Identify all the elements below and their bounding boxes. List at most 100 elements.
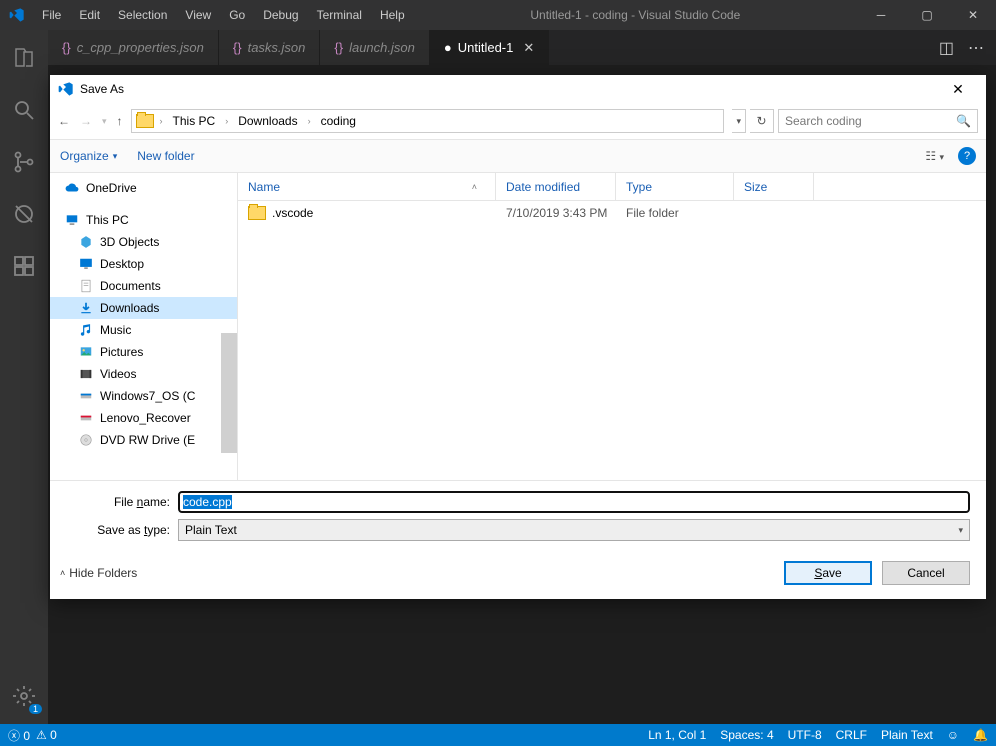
- tree-scrollbar[interactable]: [221, 333, 237, 453]
- dialog-title: Save As: [80, 82, 938, 96]
- tree-node[interactable]: DVD RW Drive (E: [50, 429, 237, 451]
- save-form: File name: Save as type: Plain Text▾: [50, 481, 986, 555]
- search-box[interactable]: Search coding 🔍: [778, 109, 978, 133]
- tree-node[interactable]: Downloads: [50, 297, 237, 319]
- maximize-button[interactable]: ▢: [904, 0, 950, 30]
- menu-item-terminal[interactable]: Terminal: [309, 8, 370, 22]
- help-button[interactable]: ?: [958, 147, 976, 165]
- save-button[interactable]: Save: [784, 561, 872, 585]
- search-placeholder: Search coding: [785, 114, 862, 128]
- file-name-input[interactable]: [178, 491, 970, 513]
- music-icon: [78, 323, 94, 337]
- eol-status[interactable]: CRLF: [836, 728, 867, 742]
- indent-status[interactable]: Spaces: 4: [720, 728, 773, 742]
- search-icon[interactable]: [0, 90, 48, 130]
- tab-close-icon[interactable]: ✕: [523, 40, 534, 56]
- more-actions-icon[interactable]: ⋯: [968, 38, 984, 58]
- view-options-button[interactable]: ☷ ▾: [925, 149, 944, 163]
- column-size[interactable]: Size: [734, 173, 814, 200]
- save-type-select[interactable]: Plain Text▾: [178, 519, 970, 541]
- feedback-icon[interactable]: ☺: [947, 728, 959, 742]
- settings-gear-icon[interactable]: 1: [0, 676, 48, 716]
- split-editor-icon[interactable]: ◫: [939, 38, 954, 58]
- debug-icon[interactable]: [0, 194, 48, 234]
- dialog-close-button[interactable]: ✕: [938, 81, 978, 98]
- menu-item-debug[interactable]: Debug: [255, 8, 306, 22]
- organize-button[interactable]: Organize ▾: [60, 149, 117, 163]
- dvd-icon: [78, 433, 94, 447]
- tree-node[interactable]: OneDrive: [50, 177, 237, 199]
- cursor-position[interactable]: Ln 1, Col 1: [648, 728, 706, 742]
- new-folder-button[interactable]: New folder: [137, 149, 194, 163]
- nav-forward-button[interactable]: →: [80, 114, 92, 128]
- editor-tab[interactable]: {}tasks.json: [219, 30, 321, 65]
- column-name[interactable]: Name˄: [238, 173, 496, 200]
- menu-item-selection[interactable]: Selection: [110, 8, 175, 22]
- tree-node[interactable]: Windows7_OS (C: [50, 385, 237, 407]
- search-icon: 🔍: [956, 114, 971, 128]
- warnings-status[interactable]: ⚠ 0: [36, 728, 57, 742]
- column-date[interactable]: Date modified: [496, 173, 616, 200]
- disk-icon: [78, 389, 94, 403]
- doc-icon: [78, 279, 94, 293]
- editor-tab[interactable]: {}c_cpp_properties.json: [48, 30, 219, 65]
- activity-bar: 1: [0, 30, 48, 724]
- 3d-icon: [78, 235, 94, 249]
- refresh-button[interactable]: ↻: [750, 109, 774, 133]
- editor-tabs: {}c_cpp_properties.json{}tasks.json{}lau…: [48, 30, 996, 65]
- breadcrumb-bar[interactable]: › This PC › Downloads › coding: [131, 109, 725, 133]
- folder-icon: [248, 206, 266, 220]
- pic-icon: [78, 345, 94, 359]
- notifications-icon[interactable]: 🔔: [973, 728, 988, 742]
- vid-icon: [78, 367, 94, 381]
- breadcrumb-item[interactable]: Downloads: [234, 114, 301, 128]
- minimize-button[interactable]: ─: [858, 0, 904, 30]
- folder-tree[interactable]: OneDrive This PC3D ObjectsDesktopDocument…: [50, 173, 238, 480]
- file-list[interactable]: Name˄ Date modified Type Size .vscode7/1…: [238, 173, 986, 480]
- encoding-status[interactable]: UTF-8: [788, 728, 822, 742]
- tree-node[interactable]: Pictures: [50, 341, 237, 363]
- menu-item-go[interactable]: Go: [221, 8, 253, 22]
- close-window-button[interactable]: ✕: [950, 0, 996, 30]
- dialog-titlebar: Save As ✕: [50, 75, 986, 103]
- tree-node[interactable]: Music: [50, 319, 237, 341]
- breadcrumb-item[interactable]: coding: [317, 114, 360, 128]
- tree-node[interactable]: This PC: [50, 209, 237, 231]
- settings-badge: 1: [29, 704, 42, 714]
- tree-node[interactable]: Lenovo_Recover: [50, 407, 237, 429]
- file-row[interactable]: .vscode7/10/2019 3:43 PMFile folder: [238, 201, 986, 225]
- menu-item-edit[interactable]: Edit: [71, 8, 108, 22]
- tree-node[interactable]: Documents: [50, 275, 237, 297]
- breadcrumb-item[interactable]: This PC: [169, 114, 220, 128]
- menu-item-help[interactable]: Help: [372, 8, 413, 22]
- nav-recent-dropdown[interactable]: ▾: [102, 116, 107, 127]
- desktop-icon: [78, 257, 94, 271]
- breadcrumb-history-button[interactable]: ▾: [732, 109, 746, 133]
- vscode-logo-icon: [0, 0, 34, 30]
- cancel-button[interactable]: Cancel: [882, 561, 970, 585]
- language-status[interactable]: Plain Text: [881, 728, 933, 742]
- window-controls: ─ ▢ ✕: [858, 0, 996, 30]
- save-as-dialog: Save As ✕ ← → ▾ ↑ › This PC › Downloads …: [50, 75, 986, 599]
- explorer-icon[interactable]: [0, 38, 48, 78]
- menu-item-view[interactable]: View: [177, 8, 219, 22]
- nav-back-button[interactable]: ←: [58, 114, 70, 128]
- cloud-icon: [64, 181, 80, 195]
- editor-tab[interactable]: ●Untitled-1✕: [430, 30, 549, 65]
- errors-status[interactable]: ⓧ 0: [8, 727, 30, 744]
- menu-item-file[interactable]: File: [34, 8, 69, 22]
- folder-icon: [136, 114, 154, 128]
- tree-node[interactable]: Videos: [50, 363, 237, 385]
- nav-up-button[interactable]: ↑: [117, 114, 123, 128]
- tree-node[interactable]: 3D Objects: [50, 231, 237, 253]
- tree-node[interactable]: Desktop: [50, 253, 237, 275]
- dialog-app-icon: [58, 81, 74, 97]
- editor-tab[interactable]: {}launch.json: [320, 30, 429, 65]
- extensions-icon[interactable]: [0, 246, 48, 286]
- nav-bar: ← → ▾ ↑ › This PC › Downloads › coding ▾…: [50, 103, 986, 139]
- dialog-toolbar: Organize ▾ New folder ☷ ▾ ?: [50, 139, 986, 173]
- column-type[interactable]: Type: [616, 173, 734, 200]
- hide-folders-button[interactable]: ˄ Hide Folders: [60, 566, 137, 580]
- source-control-icon[interactable]: [0, 142, 48, 182]
- status-bar: ⓧ 0 ⚠ 0 Ln 1, Col 1 Spaces: 4 UTF-8 CRLF…: [0, 724, 996, 746]
